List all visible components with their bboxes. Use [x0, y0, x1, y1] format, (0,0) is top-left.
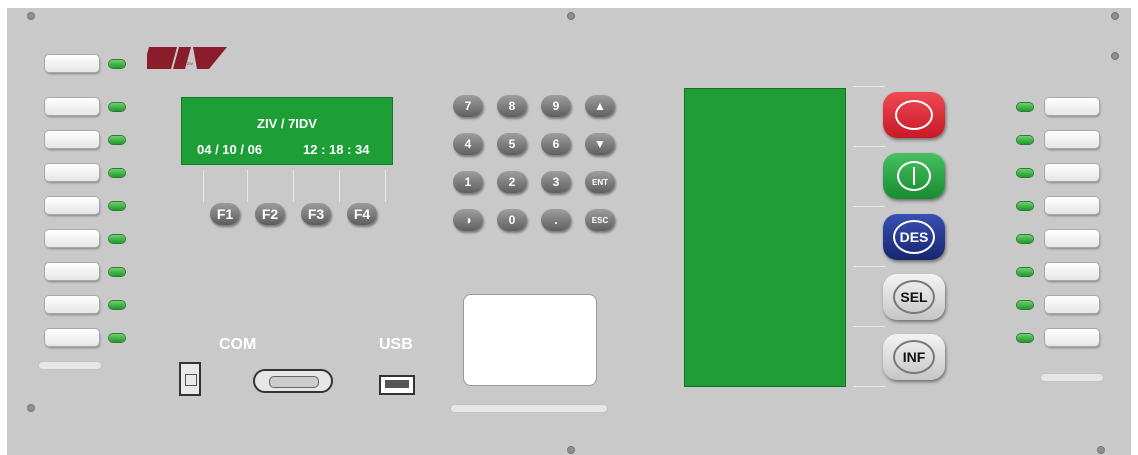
- com-port-square: [179, 362, 201, 396]
- screw-bottom-center: [567, 446, 575, 454]
- fkey-divider: [339, 170, 340, 202]
- left-label-slot: [45, 131, 99, 148]
- left-led: [109, 60, 125, 68]
- close-button[interactable]: [883, 153, 945, 199]
- keypad-key[interactable]: ▲: [585, 95, 615, 117]
- button-separator: [853, 266, 885, 267]
- left-led: [109, 268, 125, 276]
- right-label-slot: [1045, 98, 1099, 115]
- keypad-key[interactable]: 7: [453, 95, 483, 117]
- keypad-key[interactable]: .: [541, 209, 571, 231]
- right-led: [1017, 103, 1033, 111]
- right-label-slot: [1045, 263, 1099, 280]
- left-label-slot: [45, 329, 99, 346]
- keypad-key[interactable]: 6: [541, 133, 571, 155]
- keypad-key[interactable]: 8: [497, 95, 527, 117]
- keypad-key[interactable]: 9: [541, 95, 571, 117]
- button-separator: [853, 326, 885, 327]
- keypad-key[interactable]: 2: [497, 171, 527, 193]
- right-label-slot: [1045, 230, 1099, 247]
- inf-label: INF: [893, 340, 935, 374]
- left-label-slot: [45, 98, 99, 115]
- des-button[interactable]: DES: [883, 214, 945, 260]
- keypad-key[interactable]: 5: [497, 133, 527, 155]
- f4-key[interactable]: F4: [347, 203, 377, 225]
- left-led: [109, 169, 125, 177]
- screw-right: [1111, 52, 1119, 60]
- f2-key[interactable]: F2: [255, 203, 285, 225]
- keypad-key[interactable]: ▼: [585, 133, 615, 155]
- screw-bottom-left: [27, 404, 35, 412]
- center-label-strip: [451, 405, 607, 412]
- left-led: [109, 202, 125, 210]
- left-led: [109, 103, 125, 111]
- fkey-divider: [293, 170, 294, 202]
- keypad-key[interactable]: ◑: [453, 209, 483, 231]
- fkey-divider: [203, 170, 204, 202]
- right-led: [1017, 268, 1033, 276]
- des-label: DES: [893, 220, 935, 254]
- mimic-display: [684, 88, 846, 387]
- left-led: [109, 235, 125, 243]
- keypad-key[interactable]: 4: [453, 133, 483, 155]
- sel-button[interactable]: SEL: [883, 274, 945, 320]
- right-led: [1017, 169, 1033, 177]
- relay-front-panel: ZIV ZIV / 7IDV 04 / 10 / 06 12 : 18 : 34…: [7, 8, 1131, 455]
- button-separator: [853, 206, 885, 207]
- left-label-slot: [45, 263, 99, 280]
- right-led: [1017, 202, 1033, 210]
- keypad-key[interactable]: 1: [453, 171, 483, 193]
- fkey-divider: [385, 170, 386, 202]
- screw-top-left: [27, 12, 35, 20]
- screw-top-center: [567, 12, 575, 20]
- left-label-slot: [45, 197, 99, 214]
- screw-bottom-right: [1097, 446, 1105, 454]
- lcd-display: ZIV / 7IDV 04 / 10 / 06 12 : 18 : 34: [181, 97, 393, 165]
- f3-key[interactable]: F3: [301, 203, 331, 225]
- button-separator: [853, 146, 885, 147]
- right-label-slot: [1045, 296, 1099, 313]
- keypad-key[interactable]: 3: [541, 171, 571, 193]
- right-label-slot: [1045, 164, 1099, 181]
- right-led: [1017, 136, 1033, 144]
- right-label-slot: [1045, 131, 1099, 148]
- keypad-key[interactable]: 0: [497, 209, 527, 231]
- fkey-divider: [247, 170, 248, 202]
- left-label-slot: [45, 230, 99, 247]
- com-db9-connector: [253, 369, 333, 393]
- usb-label: USB: [379, 336, 413, 353]
- label-window: [463, 294, 597, 386]
- right-led: [1017, 334, 1033, 342]
- left-led: [109, 136, 125, 144]
- f1-key[interactable]: F1: [210, 203, 240, 225]
- ziv-logo: ZIV: [147, 47, 227, 69]
- right-led: [1017, 301, 1033, 309]
- lcd-time: 12 : 18 : 34: [303, 142, 370, 157]
- keypad-key[interactable]: ESC: [585, 209, 615, 231]
- lcd-model: ZIV / 7IDV: [257, 116, 317, 131]
- open-button[interactable]: [883, 92, 945, 138]
- right-label-slot: [1045, 329, 1099, 346]
- right-label-strip: [1041, 374, 1103, 381]
- logo-text: ZIV: [187, 61, 194, 66]
- inf-button[interactable]: INF: [883, 334, 945, 380]
- lcd-date: 04 / 10 / 06: [197, 142, 263, 157]
- left-led: [109, 334, 125, 342]
- usb-port: [379, 375, 415, 395]
- com-label: COM: [219, 336, 257, 353]
- right-label-slot: [1045, 197, 1099, 214]
- left-led: [109, 301, 125, 309]
- left-label-slot: [45, 296, 99, 313]
- sel-label: SEL: [893, 280, 935, 314]
- left-label-strip: [39, 362, 101, 369]
- keypad-key[interactable]: ENT: [585, 171, 615, 193]
- left-label-slot: [45, 55, 99, 72]
- left-label-slot: [45, 164, 99, 181]
- button-separator: [853, 386, 885, 387]
- screw-top-right: [1111, 12, 1119, 20]
- right-led: [1017, 235, 1033, 243]
- button-separator: [853, 86, 885, 87]
